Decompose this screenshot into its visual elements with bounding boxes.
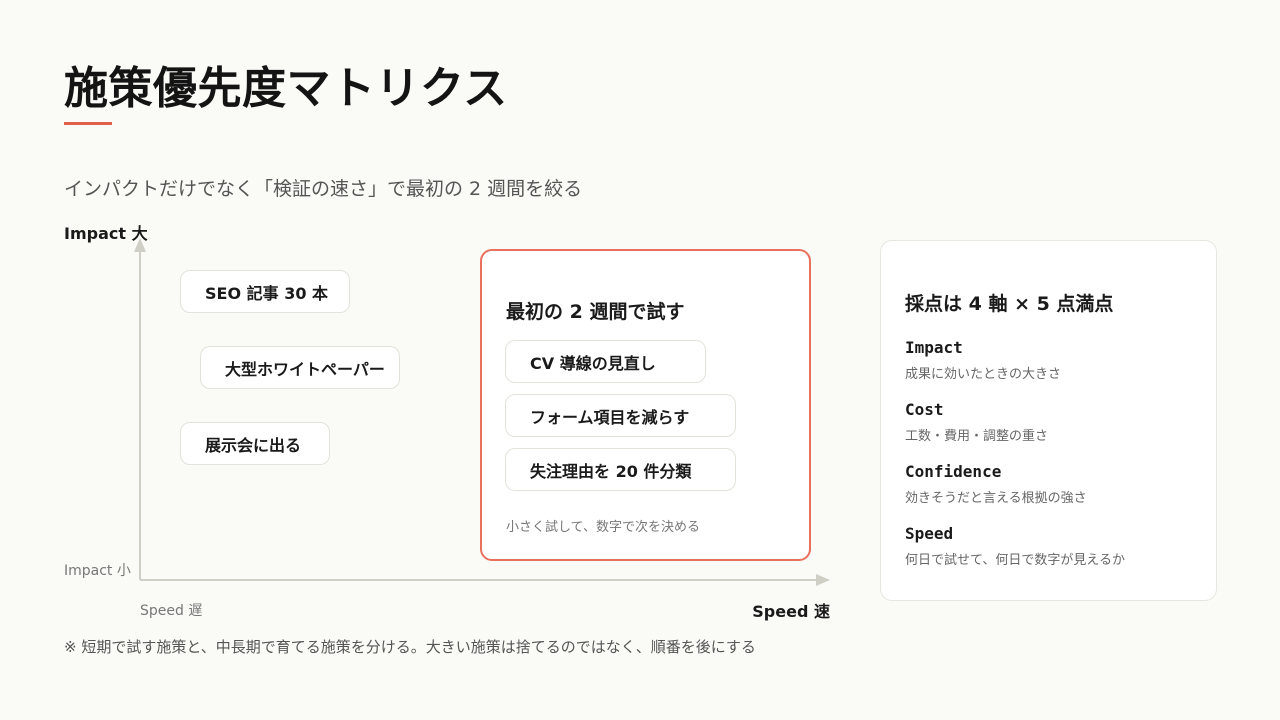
metric-name-impact: Impact <box>905 338 963 357</box>
footnote: ※ 短期で試す施策と、中長期で育てる施策を分ける。大きい施策は捨てるのではなく、… <box>64 638 756 656</box>
metric-name-cost: Cost <box>905 400 944 419</box>
metric-desc-impact: 成果に効いたときの大きさ <box>905 367 1062 382</box>
axis-label-impact-low: Impact 小 <box>64 563 131 579</box>
horizontal-axis-arrow <box>816 574 830 586</box>
matrix-item-whitepaper: 大型ホワイトペーパー <box>200 346 400 389</box>
page-title: 施策優先度マトリクス <box>64 63 508 114</box>
focus-item-lost-reasons: 失注理由を 20 件分類 <box>505 448 736 491</box>
focus-title: 最初の 2 週間で試す <box>506 301 685 323</box>
axis-label-speed-slow: Speed 遅 <box>140 603 203 619</box>
matrix-item-exhibition: 展示会に出る <box>180 422 330 465</box>
scoring-panel: 採点は 4 軸 × 5 点満点 Impact 成果に効いたときの大きさ Cost… <box>880 240 1217 601</box>
metric-name-confidence: Confidence <box>905 462 1002 481</box>
scoring-title: 採点は 4 軸 × 5 点満点 <box>905 293 1114 315</box>
metric-desc-cost: 工数・費用・調整の重さ <box>905 429 1049 444</box>
focus-item-cv-flow: CV 導線の見直し <box>505 340 706 383</box>
focus-note: 小さく試して、数字で次を決める <box>506 520 700 535</box>
matrix-item-seo: SEO 記事 30 本 <box>180 270 350 313</box>
title-underline <box>64 122 112 125</box>
metric-desc-confidence: 効きそうだと言える根拠の強さ <box>905 491 1087 506</box>
metric-desc-speed: 何日で試せて、何日で数字が見えるか <box>905 553 1125 568</box>
axis-label-speed-fast: Speed 速 <box>752 602 830 621</box>
focus-box: 最初の 2 週間で試す CV 導線の見直し フォーム項目を減らす 失注理由を 2… <box>480 249 811 561</box>
subtitle: インパクトだけでなく「検証の速さ」で最初の 2 週間を絞る <box>64 178 583 200</box>
vertical-axis-arrow <box>134 238 146 252</box>
focus-item-form-fields: フォーム項目を減らす <box>505 394 736 437</box>
metric-name-speed: Speed <box>905 524 954 543</box>
